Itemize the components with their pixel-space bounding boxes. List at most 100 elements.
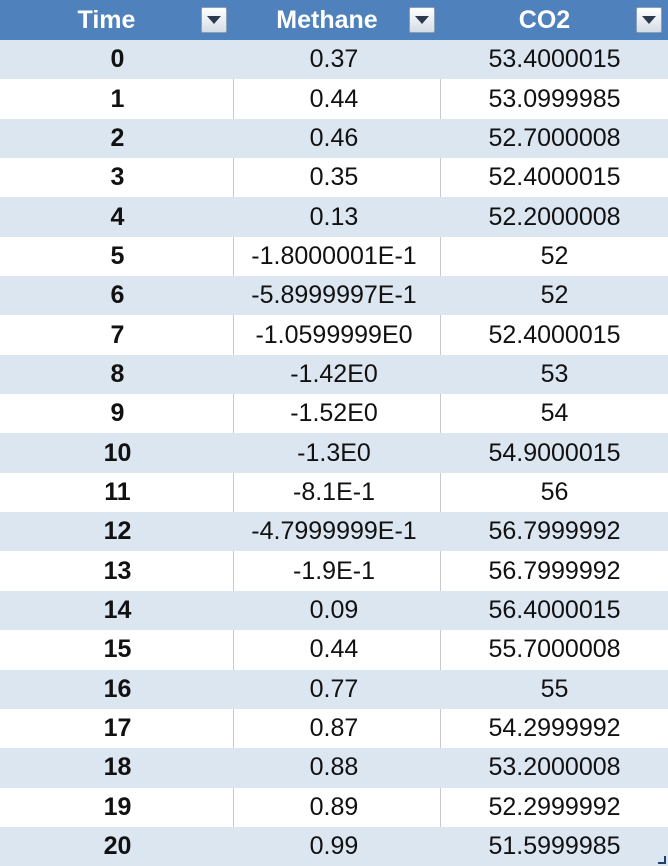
time-cell[interactable]: 12 <box>0 512 233 551</box>
methane-cell[interactable]: 0.35 <box>233 158 441 198</box>
methane-value: 0.88 <box>309 753 359 782</box>
header-co2-label: CO2 <box>518 5 571 34</box>
methane-cell[interactable]: 0.87 <box>233 708 441 749</box>
methane-cell[interactable]: 0.89 <box>233 787 441 827</box>
table-row: 17 0.87 54.2999992 <box>0 708 668 749</box>
methane-cell[interactable]: -1.3E0 <box>233 433 441 472</box>
co2-cell[interactable]: 54.2999992 <box>441 709 668 748</box>
co2-cell[interactable]: 55.7000008 <box>441 630 668 669</box>
time-cell[interactable]: 4 <box>0 197 233 236</box>
co2-cell[interactable]: 52.2999992 <box>441 788 668 827</box>
methane-filter-dropdown-icon[interactable] <box>409 7 435 33</box>
time-cell[interactable]: 15 <box>0 630 233 669</box>
time-cell[interactable]: 20 <box>0 827 233 866</box>
methane-cell[interactable]: 0.09 <box>233 591 441 630</box>
methane-cell[interactable]: 0.77 <box>233 670 441 709</box>
time-value: 18 <box>103 753 132 782</box>
methane-value: -1.3E0 <box>297 438 371 467</box>
methane-cell[interactable]: -1.52E0 <box>233 394 441 434</box>
co2-cell[interactable]: 51.5999985 <box>441 827 668 866</box>
table-resize-handle[interactable] <box>658 856 666 864</box>
methane-cell[interactable]: 0.44 <box>233 79 441 119</box>
time-value: 11 <box>104 477 131 506</box>
co2-cell[interactable]: 54 <box>441 394 668 433</box>
co2-cell[interactable]: 53.2000008 <box>441 748 668 787</box>
co2-cell[interactable]: 53.4000015 <box>441 40 668 79</box>
methane-cell[interactable]: 0.99 <box>233 827 441 866</box>
methane-value: 0.37 <box>309 45 359 74</box>
co2-cell[interactable]: 52 <box>441 237 668 276</box>
time-value: 1 <box>110 84 125 113</box>
co2-cell[interactable]: 52.4000015 <box>441 158 668 197</box>
methane-cell[interactable]: -5.8999997E-1 <box>233 276 441 315</box>
co2-cell[interactable]: 56.7999992 <box>441 512 668 551</box>
table-row: 9 -1.52E0 54 <box>0 394 668 434</box>
time-value: 12 <box>103 517 132 546</box>
header-co2[interactable]: CO2 <box>441 0 668 40</box>
methane-cell[interactable]: 0.13 <box>233 197 441 236</box>
table-row: 8 -1.42E0 53 <box>0 354 668 395</box>
time-cell[interactable]: 10 <box>0 433 233 472</box>
co2-cell[interactable]: 54.9000015 <box>441 433 668 472</box>
table-row: 15 0.44 55.7000008 <box>0 630 668 670</box>
time-filter-dropdown-icon[interactable] <box>201 7 227 33</box>
time-cell[interactable]: 6 <box>0 276 233 315</box>
co2-filter-dropdown-icon[interactable] <box>636 7 662 33</box>
methane-cell[interactable]: 0.88 <box>233 748 441 787</box>
co2-cell[interactable]: 53.0999985 <box>441 79 668 118</box>
methane-value: -4.7999999E-1 <box>251 517 417 546</box>
methane-cell[interactable]: 0.37 <box>233 40 441 79</box>
time-cell[interactable]: 0 <box>0 40 233 79</box>
time-value: 2 <box>110 123 125 152</box>
time-cell[interactable]: 19 <box>0 788 233 827</box>
time-cell[interactable]: 16 <box>0 670 233 709</box>
time-cell[interactable]: 13 <box>0 551 233 590</box>
table-row: 13 -1.9E-1 56.7999992 <box>0 551 668 591</box>
time-cell[interactable]: 14 <box>0 591 233 630</box>
time-cell[interactable]: 17 <box>0 709 233 748</box>
methane-cell[interactable]: 0.44 <box>233 630 441 670</box>
time-value: 0 <box>110 45 125 74</box>
co2-cell[interactable]: 52.4000015 <box>441 315 668 354</box>
co2-value: 54.9000015 <box>488 438 621 467</box>
time-cell[interactable]: 2 <box>0 119 233 158</box>
time-cell[interactable]: 8 <box>0 355 233 394</box>
table-row: 2 0.46 52.7000008 <box>0 118 668 159</box>
time-cell[interactable]: 3 <box>0 158 233 197</box>
co2-value: 53.4000015 <box>488 45 621 74</box>
co2-cell[interactable]: 52 <box>441 276 668 315</box>
time-cell[interactable]: 11 <box>0 473 233 512</box>
methane-cell[interactable]: -4.7999999E-1 <box>233 512 441 551</box>
co2-cell[interactable]: 56.7999992 <box>441 551 668 590</box>
time-value: 16 <box>103 674 132 703</box>
co2-value: 53.0999985 <box>488 84 621 113</box>
co2-cell[interactable]: 52.2000008 <box>441 197 668 236</box>
time-value: 20 <box>103 832 132 861</box>
time-value: 9 <box>110 399 125 428</box>
methane-cell[interactable]: 0.46 <box>233 119 441 158</box>
time-cell[interactable]: 1 <box>0 79 233 118</box>
methane-cell[interactable]: -8.1E-1 <box>233 472 441 513</box>
methane-cell[interactable]: -1.8000001E-1 <box>233 236 441 277</box>
methane-value: 0.44 <box>309 84 359 113</box>
co2-cell[interactable]: 56 <box>441 473 668 512</box>
co2-value: 56.7999992 <box>488 517 621 546</box>
co2-value: 53.2000008 <box>488 753 621 782</box>
time-cell[interactable]: 7 <box>0 315 233 354</box>
co2-cell[interactable]: 55 <box>441 670 668 709</box>
co2-cell[interactable]: 53 <box>441 355 668 394</box>
time-cell[interactable]: 18 <box>0 748 233 787</box>
header-methane[interactable]: Methane <box>233 0 441 40</box>
co2-value: 51.5999985 <box>488 832 621 861</box>
methane-cell[interactable]: -1.9E-1 <box>233 551 441 591</box>
methane-cell[interactable]: -1.0599999E0 <box>233 315 441 355</box>
time-cell[interactable]: 5 <box>0 237 233 276</box>
time-cell[interactable]: 9 <box>0 394 233 433</box>
table-row: 18 0.88 53.2000008 <box>0 748 668 788</box>
co2-cell[interactable]: 56.4000015 <box>441 591 668 630</box>
co2-cell[interactable]: 52.7000008 <box>441 119 668 158</box>
table-row: 19 0.89 52.2999992 <box>0 787 668 827</box>
header-time[interactable]: Time <box>0 0 233 40</box>
methane-cell[interactable]: -1.42E0 <box>233 355 441 394</box>
table-row: 7 -1.0599999E0 52.4000015 <box>0 315 668 355</box>
